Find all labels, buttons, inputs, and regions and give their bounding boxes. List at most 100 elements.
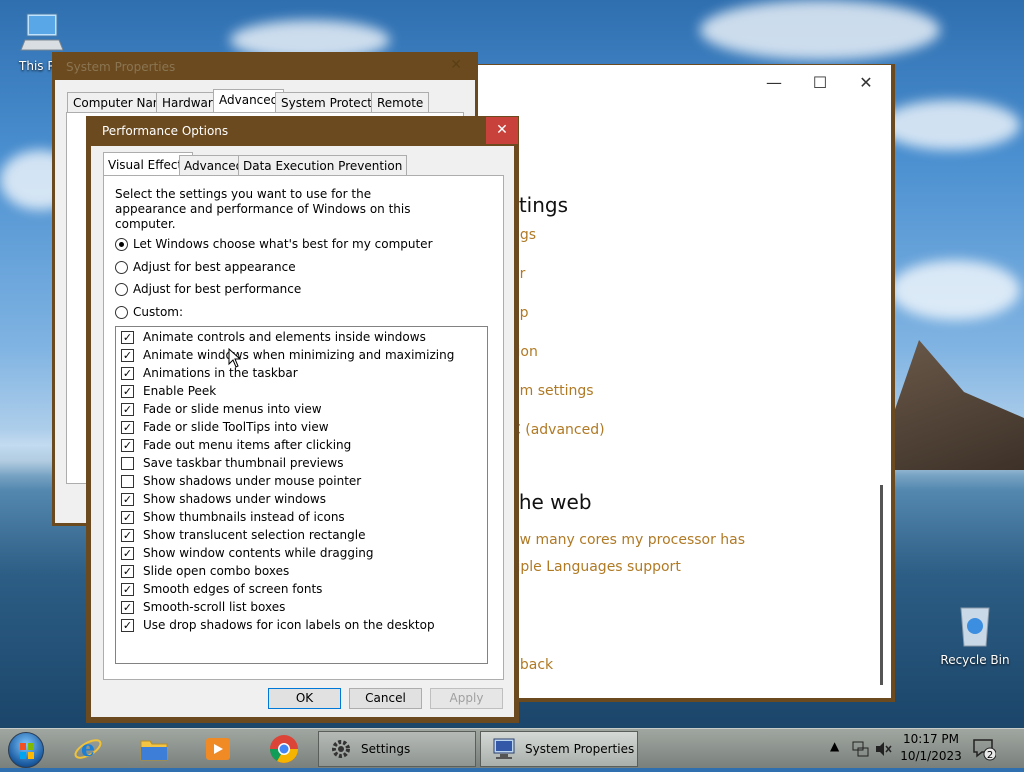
network-icon[interactable] bbox=[852, 741, 870, 757]
visual-effects-page: Select the settings you want to use for … bbox=[103, 175, 504, 680]
effect-item[interactable]: ✓ Slide open combo boxes bbox=[121, 563, 289, 579]
effect-label: Show window contents while dragging bbox=[143, 546, 374, 560]
taskbar-settings-button[interactable]: Settings bbox=[318, 731, 476, 767]
effect-label: Animate controls and elements inside win… bbox=[143, 330, 426, 344]
effect-label: Smooth edges of screen fonts bbox=[143, 582, 323, 596]
apply-button[interactable]: Apply bbox=[430, 688, 503, 709]
checkbox[interactable] bbox=[121, 474, 134, 488]
checkbox[interactable]: ✓ bbox=[121, 366, 134, 380]
radio-best-performance[interactable]: Adjust for best performance bbox=[115, 282, 301, 296]
windows-logo-icon bbox=[20, 743, 34, 759]
taskbar-system-properties-button[interactable]: System Properties bbox=[480, 731, 638, 767]
checkbox[interactable]: ✓ bbox=[121, 402, 134, 416]
effect-item[interactable]: ✓ Show shadows under windows bbox=[121, 491, 326, 507]
checkbox[interactable]: ✓ bbox=[121, 330, 134, 344]
related-link-5[interactable]: em settings bbox=[511, 383, 594, 399]
tab-data-execution-prevention[interactable]: Data Execution Prevention bbox=[238, 155, 408, 175]
cancel-button[interactable]: Cancel bbox=[349, 688, 422, 709]
maximize-button[interactable]: ☐ bbox=[805, 73, 835, 92]
checkbox[interactable]: ✓ bbox=[121, 546, 134, 560]
system-clock[interactable]: 10:17 PM 10/1/2023 bbox=[898, 731, 964, 765]
checkbox[interactable]: ✓ bbox=[121, 438, 134, 452]
effect-item[interactable]: ✓ Fade or slide ToolTips into view bbox=[121, 419, 329, 435]
effect-label: Fade out menu items after clicking bbox=[143, 438, 352, 452]
effect-label: Show shadows under mouse pointer bbox=[143, 474, 362, 488]
show-hidden-icons-button[interactable]: ▲ bbox=[830, 739, 839, 753]
checkbox[interactable]: ✓ bbox=[121, 618, 134, 632]
action-center-button[interactable]: 2 bbox=[972, 737, 997, 761]
minimize-button[interactable]: — bbox=[759, 73, 789, 92]
radio-windows-choose[interactable]: Let Windows choose what's best for my co… bbox=[115, 237, 433, 251]
effect-item[interactable]: ✓ Show translucent selection rectangle bbox=[121, 527, 366, 543]
checkbox[interactable]: ✓ bbox=[121, 582, 134, 596]
effect-label: Use drop shadows for icon labels on the … bbox=[143, 618, 435, 632]
window-title: System Properties bbox=[66, 60, 176, 74]
radio-best-appearance[interactable]: Adjust for best appearance bbox=[115, 260, 296, 274]
checkbox[interactable]: ✓ bbox=[121, 420, 134, 434]
effect-item[interactable]: ✓ Animations in the taskbar bbox=[121, 365, 298, 381]
checkbox[interactable]: ✓ bbox=[121, 510, 134, 524]
recycle-bin-icon[interactable]: Recycle Bin bbox=[940, 602, 1010, 667]
radio-button[interactable] bbox=[115, 282, 128, 296]
performance-options-dialog: Performance Options ✕ Visual Effects Adv… bbox=[86, 116, 519, 723]
effect-item[interactable]: ✓ Smooth-scroll list boxes bbox=[121, 599, 285, 615]
media-player-icon[interactable] bbox=[202, 733, 234, 765]
related-settings-heading: ttings bbox=[511, 193, 569, 217]
chrome-icon[interactable] bbox=[268, 733, 300, 765]
mouse-cursor-icon bbox=[228, 348, 242, 368]
effect-label: Save taskbar thumbnail previews bbox=[143, 456, 344, 470]
help-link-1[interactable]: ow many cores my processor has bbox=[511, 532, 745, 548]
taskbar-system-properties-label: System Properties bbox=[525, 742, 635, 756]
effect-item[interactable]: Save taskbar thumbnail previews bbox=[121, 455, 343, 471]
radio-button[interactable] bbox=[115, 260, 128, 274]
effect-item[interactable]: ✓ Animate windows when minimizing and max… bbox=[121, 347, 454, 363]
computer-icon bbox=[20, 13, 64, 51]
ok-button[interactable]: OK bbox=[268, 688, 341, 709]
checkbox[interactable]: ✓ bbox=[121, 600, 134, 614]
tab-advanced[interactable]: Advanced bbox=[213, 89, 285, 113]
effect-item[interactable]: ✓ Smooth edges of screen fonts bbox=[121, 581, 322, 597]
close-button[interactable]: ✕ bbox=[851, 73, 881, 92]
close-button[interactable]: ✕ bbox=[486, 117, 518, 144]
effects-list[interactable]: ✓ Animate controls and elements inside wi… bbox=[115, 326, 488, 664]
start-button[interactable] bbox=[8, 732, 44, 768]
help-link-2[interactable]: tiple Languages support bbox=[511, 559, 681, 575]
effect-item[interactable]: ✓ Enable Peek bbox=[121, 383, 216, 399]
checkbox[interactable]: ✓ bbox=[121, 348, 134, 362]
effect-label: Fade or slide menus into view bbox=[143, 402, 322, 416]
close-button[interactable]: ✕ bbox=[450, 57, 462, 73]
effect-item[interactable]: Show shadows under mouse pointer bbox=[121, 473, 361, 489]
effect-item[interactable]: ✓ Show window contents while dragging bbox=[121, 545, 374, 561]
radio-label: Adjust for best appearance bbox=[133, 260, 296, 274]
checkbox[interactable] bbox=[121, 456, 134, 470]
checkbox[interactable]: ✓ bbox=[121, 384, 134, 398]
computer-icon bbox=[493, 738, 515, 759]
effect-label: Enable Peek bbox=[143, 384, 217, 398]
radio-button[interactable] bbox=[115, 305, 128, 319]
scrollbar[interactable] bbox=[880, 485, 883, 685]
effect-label: Animations in the taskbar bbox=[143, 366, 298, 380]
effect-item[interactable]: ✓ Animate controls and elements inside wi… bbox=[121, 329, 426, 345]
radio-custom[interactable]: Custom: bbox=[115, 305, 183, 319]
internet-explorer-icon[interactable]: e bbox=[72, 733, 104, 765]
checkbox[interactable]: ✓ bbox=[121, 528, 134, 542]
file-explorer-icon[interactable] bbox=[138, 733, 170, 765]
tab-remote[interactable]: Remote bbox=[371, 92, 430, 112]
effect-item[interactable]: ✓ Use drop shadows for icon labels on the… bbox=[121, 617, 435, 633]
radio-button[interactable] bbox=[115, 237, 128, 251]
recycle-bin-graphic-icon bbox=[960, 607, 990, 647]
volume-muted-icon[interactable] bbox=[875, 741, 893, 757]
gear-icon bbox=[332, 740, 350, 758]
clock-time: 10:17 PM bbox=[903, 732, 959, 746]
effect-label: Show thumbnails instead of icons bbox=[143, 510, 345, 524]
clock-date: 10/1/2023 bbox=[900, 749, 962, 763]
description-text: Select the settings you want to use for … bbox=[115, 187, 411, 231]
effect-item[interactable]: ✓ Show thumbnails instead of icons bbox=[121, 509, 345, 525]
effect-item[interactable]: ✓ Fade out menu items after clicking bbox=[121, 437, 351, 453]
effect-item[interactable]: ✓ Fade or slide menus into view bbox=[121, 401, 322, 417]
checkbox[interactable]: ✓ bbox=[121, 492, 134, 506]
related-link-6[interactable]: C (advanced) bbox=[511, 422, 605, 438]
settings-window: — ☐ ✕ ttings ngs er op tion em settings … bbox=[476, 64, 895, 702]
notification-count: 2 bbox=[987, 750, 993, 761]
checkbox[interactable]: ✓ bbox=[121, 564, 134, 578]
